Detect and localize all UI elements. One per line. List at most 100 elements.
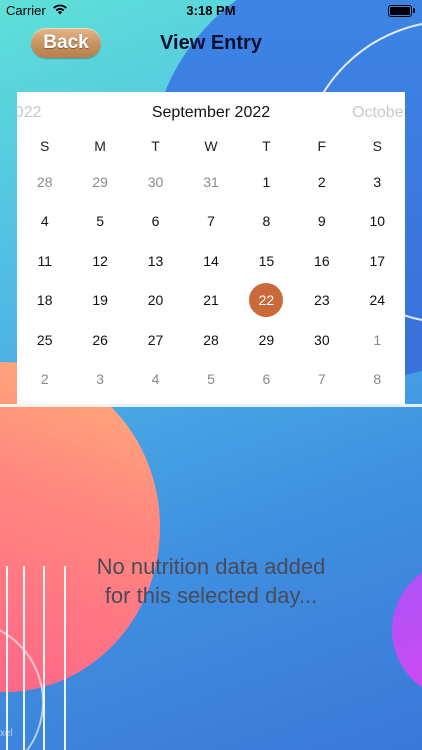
calendar-day[interactable]: 19 [72,283,127,317]
calendar-day[interactable]: 15 [239,244,294,278]
calendar-day[interactable]: 5 [183,362,238,396]
calendar-day[interactable]: 7 [183,204,238,238]
calendar-day-number: 7 [207,213,215,230]
calendar-day[interactable]: 4 [128,362,183,396]
calendar-day[interactable]: 30 [294,323,349,357]
calendar-day-number: 8 [373,371,382,388]
calendar-day-selected[interactable]: 22 [239,283,294,318]
calendar-day[interactable]: 20 [128,283,183,317]
calendar-day[interactable]: 17 [350,244,405,278]
watermark: xel [0,728,13,739]
calendar-day[interactable]: 29 [72,165,127,199]
calendar-day-number: 24 [369,292,386,309]
calendar-day-number: 17 [369,252,386,269]
calendar-day[interactable]: 29 [239,323,294,357]
calendar-day-number: 20 [147,292,164,309]
calendar-day-number: 1 [262,173,271,190]
weekday-label: M [94,138,106,154]
calendar-day[interactable]: 21 [183,283,238,317]
empty-state-message: No nutrition data added for this selecte… [40,552,382,610]
calendar-day[interactable]: 7 [294,362,349,396]
calendar-day[interactable]: 2 [294,165,349,199]
weekday-label: W [204,138,218,154]
calendar-day[interactable]: 24 [350,283,405,317]
calendar-day[interactable]: 3 [350,165,405,199]
calendar-day[interactable]: 31 [183,165,238,199]
calendar-day-number: 1 [373,331,382,348]
calendar-day[interactable]: 23 [294,283,349,317]
calendar-day[interactable]: 25 [17,323,72,357]
calendar-day-number: 19 [92,292,108,309]
calendar-day-number: 29 [258,331,275,348]
calendar-day[interactable]: 11 [17,244,72,278]
calendar-day[interactable]: 4 [17,204,72,238]
calendar-day[interactable]: 1 [239,165,294,199]
divider [0,404,422,407]
weekday-label: T [262,138,271,154]
calendar-day[interactable]: 1 [350,323,405,357]
calendar-day-number: 2 [40,371,49,388]
weekday-label: S [40,138,50,154]
weekday-header: S M T W T F S [17,138,405,156]
calendar-day[interactable]: 10 [350,204,405,238]
calendar-day-number: 28 [36,173,53,190]
calendar-day-number: 5 [96,213,105,230]
calendar-week: 18 19 20 21 22 23 24 [17,281,405,321]
calendar-day[interactable]: 18 [17,283,72,317]
calendar-day[interactable]: 9 [294,204,349,238]
calendar-day[interactable]: 3 [72,362,127,396]
calendar-grid: 28 29 30 31 1 2 3 4 5 6 7 8 9 10 11 12 13 14 15 16 17 18 19 20 2… [17,162,405,399]
calendar-day[interactable]: 6 [239,362,294,396]
calendar-day[interactable]: 5 [72,204,127,238]
calendar-day-number: 15 [258,252,275,269]
calendar-day-number: 2 [317,173,326,190]
status-bar: Carrier 3:18 PM [0,0,422,22]
battery-icon [388,5,415,17]
calendar-day-number: 11 [37,252,52,269]
calendar-day-number: 8 [262,213,271,230]
calendar: t 2022 September 2022 Octobe S M T W T F… [17,92,405,404]
page-title: View Entry [160,32,262,54]
calendar-day-number: 7 [317,371,326,388]
calendar-day-number: 26 [92,331,108,348]
calendar-day[interactable]: 27 [128,323,183,357]
calendar-day[interactable]: 30 [128,165,183,199]
calendar-day[interactable]: 26 [72,323,127,357]
calendar-day-number: 6 [262,371,271,388]
calendar-day[interactable]: 2 [17,362,72,396]
empty-state-line: for this selected day... [104,583,318,608]
calendar-day[interactable]: 13 [128,244,183,278]
calendar-day-number: 13 [147,252,164,269]
calendar-day-number: 21 [203,292,219,309]
calendar-day[interactable]: 6 [128,204,183,238]
calendar-day-number: 27 [147,331,164,348]
calendar-day-number: 23 [314,292,330,309]
calendar-day-number: 28 [203,331,219,348]
calendar-day-number: 29 [92,173,108,190]
calendar-day[interactable]: 28 [17,165,72,199]
empty-state-line: No nutrition data added [96,554,326,579]
calendar-day[interactable]: 28 [183,323,238,357]
weekday-label: F [317,138,327,154]
next-month-label[interactable]: Octobe [352,104,404,122]
weekday-label: T [151,138,160,154]
calendar-week: 4 5 6 7 8 9 10 [17,202,405,242]
calendar-day[interactable]: 12 [72,244,127,278]
purple-circle-decoration [392,560,422,700]
calendar-day-number: 9 [317,213,326,230]
calendar-week: 11 12 13 14 15 16 17 [17,241,405,281]
calendar-day-number: 16 [314,252,330,269]
current-month-label: September 2022 [151,104,271,121]
calendar-day[interactable]: 8 [239,204,294,238]
calendar-day-number: 30 [314,331,330,348]
calendar-day-number: 31 [203,173,219,190]
calendar-week: 25 26 27 28 29 30 1 [17,320,405,360]
calendar-day-number: 25 [36,331,53,348]
calendar-day[interactable]: 8 [350,362,405,396]
calendar-day-number: 10 [369,213,386,230]
clock: 3:18 PM [186,3,236,18]
calendar-day[interactable]: 16 [294,244,349,278]
calendar-day-number: 12 [92,252,108,269]
calendar-day[interactable]: 14 [183,244,238,278]
calendar-day-number: 4 [40,213,49,230]
